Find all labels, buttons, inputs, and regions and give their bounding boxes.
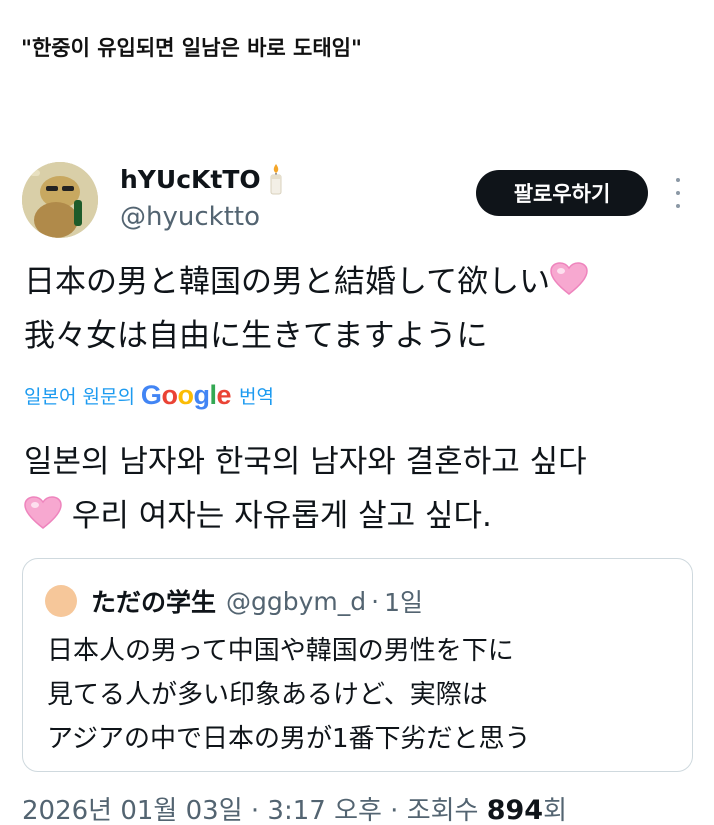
timestamp-text[interactable]: 2026년 01월 03일 · 3:17 오후 · 조회수 — [22, 796, 487, 825]
quoted-text-line1: 日本人の男って中国や韓国の男性を下に — [47, 636, 514, 666]
tweet-meta: 2026년 01월 03일 · 3:17 오후 · 조회수 894회 — [22, 790, 567, 825]
tweet-text-translated: 일본의 남자와 한국의 남자와 결혼하고 싶다 우리 여자는 자유롭게 살고 싶… — [24, 435, 684, 543]
heart-icon — [550, 259, 588, 295]
quoted-tweet[interactable]: ただの学生 @ggbym_d · 1일 日本人の男って中国や韓国の男性を下に 見… — [22, 558, 693, 772]
quoted-text-line2: 見てる人が多い印象あるけど、実際は — [47, 680, 488, 710]
tweet-text-jp-line2: 我々女は自由に生きてますように — [24, 318, 488, 354]
candle-icon — [267, 162, 285, 196]
avatar[interactable] — [22, 162, 98, 238]
quoted-display-name[interactable]: ただの学生 — [91, 583, 216, 619]
post-headline: "한중이 유입되면 일남은 바로 도태임" — [21, 36, 362, 60]
author-name-row[interactable]: hYUcKtTO — [120, 162, 285, 196]
follow-button[interactable]: 팔로우하기 — [476, 170, 648, 216]
tweet-text-line: 우리 여자는 자유롭게 살고 싶다. — [24, 489, 684, 543]
tweet-text-jp-line1: 日本の男と韓国の男と結婚して欲しい — [24, 264, 551, 300]
google-logo: Google — [140, 380, 232, 410]
quoted-tweet-text: 日本人の男って中国や韓国の男性を下に 見てる人が多い印象あるけど、実際は アジア… — [47, 629, 677, 761]
quoted-handle[interactable]: @ggbym_d — [226, 587, 366, 616]
separator-dot: · — [371, 586, 380, 616]
translate-suffix: 번역 — [238, 386, 274, 408]
quoted-timestamp[interactable]: 1일 — [384, 583, 423, 619]
tweet-text-line: 日本の男と韓国の男と結婚して欲しい — [24, 255, 684, 309]
author-handle[interactable]: @hyucktto — [120, 202, 260, 232]
quoted-avatar[interactable] — [45, 585, 77, 617]
quoted-tweet-header: ただの学生 @ggbym_d · 1일 — [45, 583, 423, 619]
view-count-suffix: 회 — [543, 796, 568, 825]
tweet-text-ko-line1: 일본의 남자와 한국의 남자와 결혼하고 싶다 — [24, 444, 587, 480]
avatar-image — [22, 162, 98, 238]
tweet-card: hYUcKtTO @hyucktto 팔로우하기 日本の男と韓国の男と結婚して欲… — [0, 150, 714, 825]
tweet-text-ko-line2: 우리 여자는 자유롭게 살고 싶다. — [71, 498, 492, 534]
display-name[interactable]: hYUcKtTO — [120, 165, 261, 194]
translate-prefix: 일본어 원문의 — [24, 386, 135, 408]
tweet-text-original: 日本の男と韓国の男と結婚して欲しい 我々女は自由に生きてますように — [24, 255, 684, 363]
translate-link[interactable]: 일본어 원문의 Google 번역 — [24, 380, 274, 411]
heart-icon — [24, 493, 62, 529]
quoted-text-line3: アジアの中で日本の男が1番下劣だと思う — [47, 724, 531, 754]
view-count: 894 — [486, 795, 544, 825]
more-vertical-icon[interactable] — [670, 178, 686, 208]
